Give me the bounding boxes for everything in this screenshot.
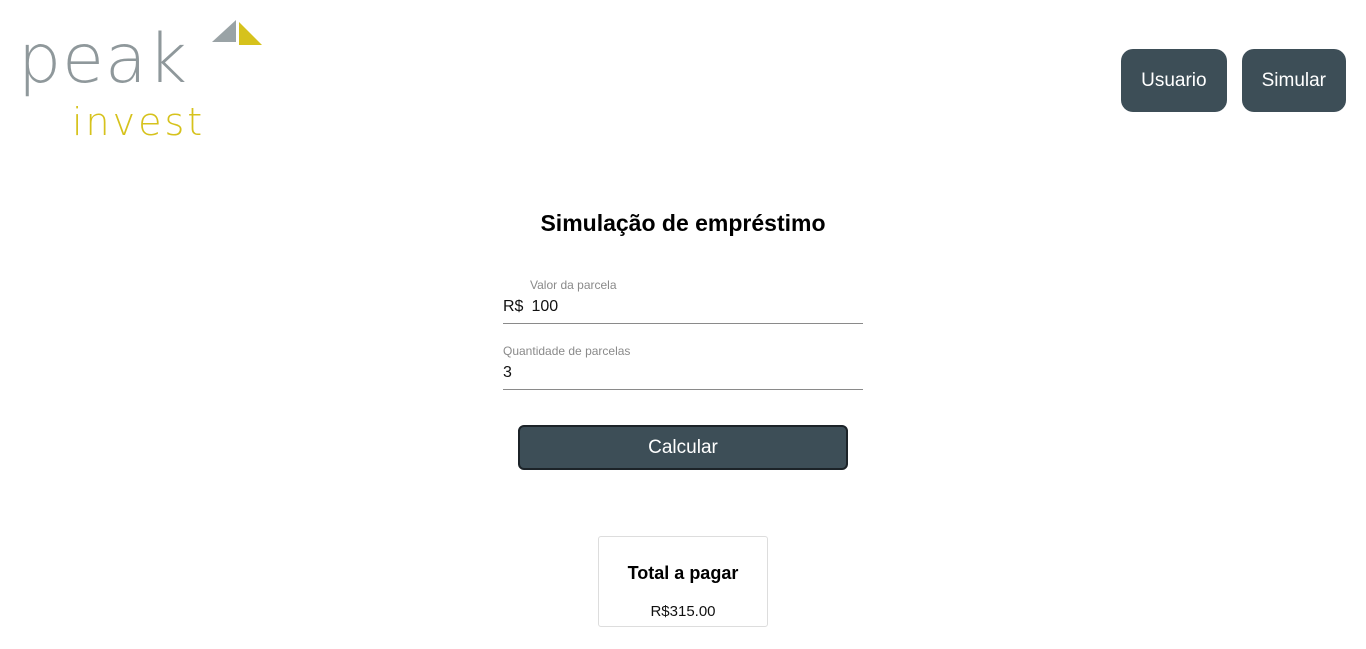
page-title: Simulação de empréstimo [540,210,826,236]
logo-word-invest: invest [72,100,206,144]
top-nav: Usuario Simular [1121,49,1346,112]
installment-count-field[interactable]: Quantidade de parcelas 3 [503,342,863,390]
total-result-title: Total a pagar [627,563,739,583]
installment-value-label: Valor da parcela [530,278,617,292]
installment-count-row: 3 [503,364,512,382]
logo-peak-mark-icon [212,20,262,45]
total-result-value: R$315.00 [650,603,716,620]
loan-simulation-page: peak invest Usuario Simular Simulação de… [0,0,1366,649]
calculate-button[interactable]: Calcular [518,425,848,470]
installment-count-label: Quantidade de parcelas [503,344,631,358]
installment-value-input[interactable]: 100 [531,298,558,316]
installment-count-input[interactable]: 3 [503,364,512,382]
peak-invest-logo[interactable]: peak invest [18,18,268,144]
nav-button-usuario[interactable]: Usuario [1121,49,1227,112]
nav-button-simular[interactable]: Simular [1241,49,1346,112]
installment-value-field[interactable]: Valor da parcela R$ 100 [503,276,863,324]
installment-value-row: R$ 100 [503,298,558,316]
currency-prefix: R$ [503,298,524,315]
total-result-card: Total a pagar R$315.00 [598,536,768,627]
logo-word-peak: peak [18,20,189,99]
